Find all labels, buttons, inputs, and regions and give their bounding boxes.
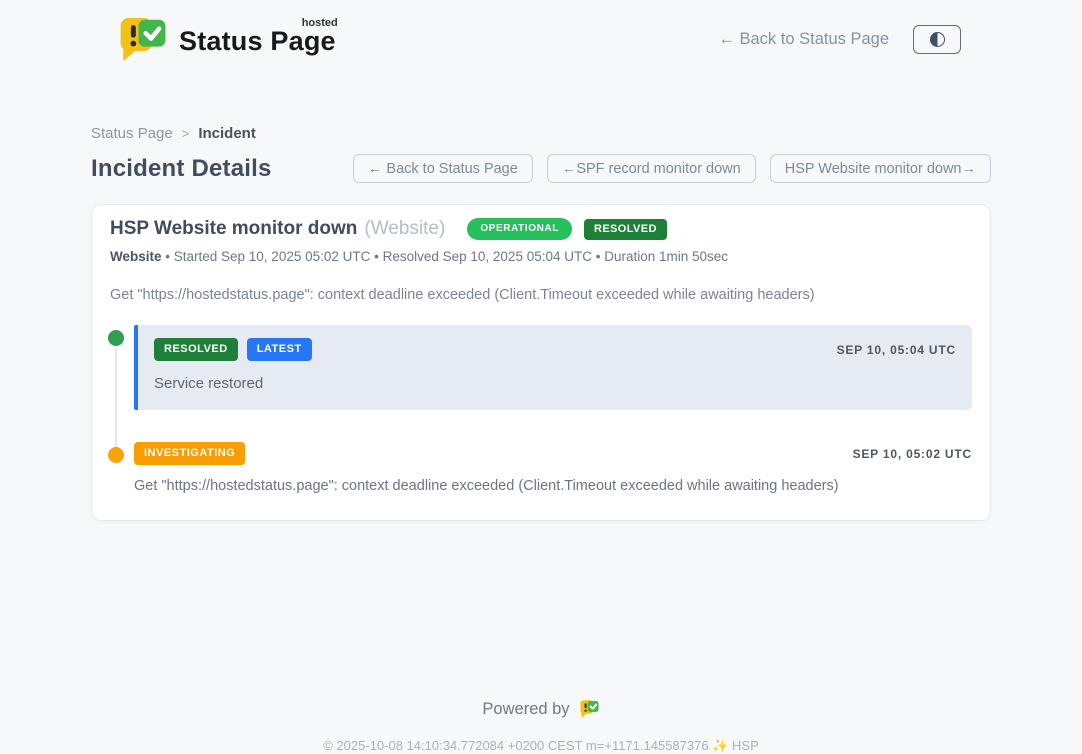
- copyright-text: © 2025-10-08 14:10:34.772084 +0200 CEST …: [323, 738, 708, 753]
- copyright-brand-suffix: HSP: [732, 738, 759, 753]
- resolved-status-badge: RESOLVED: [584, 219, 667, 240]
- incident-card: HSP Website monitor down (Website) OPERA…: [91, 204, 991, 521]
- prev-incident-button[interactable]: ←SPF record monitor down: [547, 154, 756, 183]
- timeline-entry-resolved: RESOLVED LATEST SEP 10, 05:04 UTC Servic…: [110, 325, 972, 410]
- back-to-status-page-button[interactable]: ← Back to Status Page: [353, 154, 533, 183]
- update-investigating-badge: INVESTIGATING: [134, 442, 245, 465]
- footer-logo-icon: [579, 699, 600, 719]
- update-badge-row: INVESTIGATING SEP 10, 05:02 UTC: [134, 442, 972, 465]
- logo[interactable]: hosted Status Page: [117, 16, 336, 63]
- brand-text: Status Page: [179, 26, 336, 56]
- powered-by-label: Powered by: [482, 700, 569, 719]
- sparkles-icon: ✨: [712, 738, 728, 753]
- update-timestamp: SEP 10, 05:02 UTC: [853, 447, 972, 461]
- incident-title-row: HSP Website monitor down (Website) OPERA…: [110, 218, 972, 240]
- update-badge-row: RESOLVED LATEST SEP 10, 05:04 UTC: [154, 338, 956, 361]
- incident-meta: Website • Started Sep 10, 2025 05:02 UTC…: [110, 249, 972, 264]
- breadcrumb-separator: >: [182, 126, 190, 141]
- update-message: Get "https://hostedstatus.page": context…: [134, 478, 972, 494]
- header-actions: ← Back to Status Page: [718, 25, 961, 54]
- investigating-status-dot-icon: [108, 447, 124, 463]
- powered-by-link[interactable]: Powered by: [482, 699, 599, 719]
- breadcrumb: Status Page > Incident: [91, 125, 991, 142]
- theme-toggle-button[interactable]: [913, 25, 961, 54]
- contrast-half-circle-icon: [930, 32, 945, 47]
- breadcrumb-status-page-link[interactable]: Status Page: [91, 125, 173, 142]
- latest-update-box: RESOLVED LATEST SEP 10, 05:04 UTC Servic…: [134, 325, 972, 410]
- main-content: Status Page > Incident Incident Details …: [91, 125, 991, 754]
- update-resolved-badge: RESOLVED: [154, 338, 238, 361]
- incident-component: (Website): [364, 218, 445, 240]
- status-page-logo-icon: [117, 16, 169, 63]
- operational-status-badge: OPERATIONAL: [467, 218, 572, 240]
- site-header: hosted Status Page ← Back to Status Page: [0, 0, 1082, 63]
- page-footer: Powered by © 2025-10-08 14:10:34.772084 …: [91, 699, 991, 754]
- back-to-status-page-link[interactable]: ← Back to Status Page: [718, 30, 889, 49]
- brand-superscript: hosted: [302, 17, 338, 29]
- timeline-connector-line: [115, 348, 117, 450]
- resolved-status-dot-icon: [108, 330, 124, 346]
- investigating-update: INVESTIGATING SEP 10, 05:02 UTC Get "htt…: [134, 442, 972, 494]
- update-timestamp: SEP 10, 05:04 UTC: [837, 343, 956, 357]
- next-incident-button[interactable]: HSP Website monitor down→: [770, 154, 991, 183]
- incident-meta-component: Website: [110, 249, 162, 264]
- incident-timeline: RESOLVED LATEST SEP 10, 05:04 UTC Servic…: [110, 325, 972, 494]
- update-latest-badge: LATEST: [247, 338, 312, 361]
- page-title: Incident Details: [91, 155, 272, 183]
- breadcrumb-current-incident: Incident: [198, 125, 256, 142]
- timeline-entry-investigating: INVESTIGATING SEP 10, 05:02 UTC Get "htt…: [110, 442, 972, 494]
- brand-wrap: hosted Status Page: [179, 16, 336, 57]
- incident-title: HSP Website monitor down: [110, 218, 357, 240]
- title-row: Incident Details ← Back to Status Page ←…: [91, 154, 991, 183]
- copyright-line: © 2025-10-08 14:10:34.772084 +0200 CEST …: [91, 738, 991, 754]
- incident-nav-buttons: ← Back to Status Page ←SPF record monito…: [353, 154, 991, 183]
- update-message: Service restored: [154, 375, 956, 392]
- incident-meta-details: • Started Sep 10, 2025 05:02 UTC • Resol…: [162, 249, 729, 264]
- incident-description: Get "https://hostedstatus.page": context…: [110, 287, 972, 303]
